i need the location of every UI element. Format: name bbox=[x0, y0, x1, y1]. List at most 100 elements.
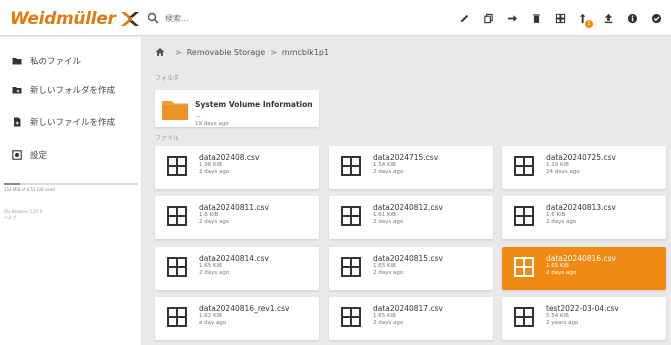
file-item[interactable]: data20240812.csv 1.61 KiB 2 days ago bbox=[329, 196, 493, 239]
sidebar-item-new-folder[interactable]: 新しいフォルダを作成 bbox=[12, 83, 115, 97]
upload-button[interactable] bbox=[599, 9, 617, 27]
check-icon bbox=[651, 13, 661, 23]
file-meta: 1.98 KiB 2 days ago bbox=[199, 162, 229, 176]
spreadsheet-icon bbox=[167, 206, 187, 226]
file-name: data20240812.csv bbox=[373, 203, 443, 212]
copy-icon bbox=[483, 13, 493, 23]
spreadsheet-icon bbox=[514, 307, 534, 327]
upload-icon bbox=[604, 13, 612, 23]
view-toggle-button[interactable] bbox=[551, 9, 569, 27]
file-item[interactable]: data20240725.csv 1.19 KiB 24 days ago bbox=[502, 146, 666, 189]
file-size: 1.65 KiB bbox=[199, 263, 222, 269]
folder-meta: — 19 days ago bbox=[195, 114, 229, 127]
sidebar-item-label: 設定 bbox=[30, 151, 48, 161]
rename-button[interactable] bbox=[455, 9, 473, 27]
file-item[interactable]: data20240816.csv 1.65 KiB 2 days ago bbox=[502, 247, 666, 290]
spreadsheet-icon bbox=[167, 307, 187, 327]
file-name: data20240815.csv bbox=[373, 254, 443, 263]
file-modified: 24 days ago bbox=[546, 169, 580, 175]
file-item[interactable]: data2024715.csv 1.54 KiB 2 days ago bbox=[329, 146, 493, 189]
top-bar: Weidmüller 1 bbox=[0, 0, 671, 36]
info-icon bbox=[627, 13, 637, 23]
file-size: 1.19 KiB bbox=[546, 162, 569, 168]
file-meta: 1.62 KiB a day ago bbox=[199, 313, 226, 327]
storage-usage-bar bbox=[4, 183, 138, 185]
file-size: 1.61 KiB bbox=[373, 212, 396, 218]
search-input[interactable] bbox=[165, 13, 405, 23]
file-name: data20240813.csv bbox=[546, 203, 616, 212]
file-meta: 1.65 KiB 2 days ago bbox=[373, 263, 403, 277]
file-modified: 2 days ago bbox=[199, 169, 230, 175]
home-icon[interactable] bbox=[155, 47, 165, 57]
file-item[interactable]: data20240811.csv 1.6 KiB 2 days ago bbox=[155, 196, 319, 239]
folder-icon bbox=[12, 58, 22, 65]
file-modified: 2 days ago bbox=[373, 320, 404, 326]
file-modified: 2 days ago bbox=[546, 219, 577, 225]
sidebar-item-new-file[interactable]: 新しいファイルを作成 bbox=[12, 115, 115, 129]
file-size: 1.62 KiB bbox=[199, 313, 222, 319]
file-meta: 1.54 KiB 2 days ago bbox=[373, 162, 403, 176]
file-item[interactable]: data20240814.csv 1.65 KiB 2 days ago bbox=[155, 247, 319, 290]
file-name: data20240816.csv bbox=[546, 254, 616, 263]
file-size: 1.54 KiB bbox=[373, 162, 396, 168]
select-button[interactable] bbox=[647, 9, 665, 27]
file-meta: 1.19 KiB 24 days ago bbox=[546, 162, 580, 176]
file-modified: 2 days ago bbox=[373, 219, 404, 225]
brand-logo[interactable]: Weidmüller bbox=[10, 8, 140, 30]
sidebar: 私のファイル 新しいフォルダを作成 新しいファイルを作成 設定 154 MiB … bbox=[0, 37, 142, 345]
file-name: test2022-03-04.csv bbox=[546, 304, 619, 313]
copy-button[interactable] bbox=[479, 9, 497, 27]
spreadsheet-icon bbox=[167, 257, 187, 277]
grid-view-icon bbox=[555, 13, 565, 23]
sidebar-item-label: 新しいファイルを作成 bbox=[30, 118, 116, 128]
file-item[interactable]: data20240813.csv 1.6 KiB 2 days ago bbox=[502, 196, 666, 239]
breadcrumb: > Removable Storage > mmcblk1p1 bbox=[155, 45, 329, 59]
sort-button[interactable]: 1 bbox=[575, 9, 593, 28]
file-modified: 2 days ago bbox=[373, 270, 404, 276]
file-size: 1.65 KiB bbox=[546, 263, 569, 269]
delete-button[interactable] bbox=[527, 9, 545, 27]
file-size: 5.54 KiB bbox=[546, 313, 569, 319]
file-modified: 2 days ago bbox=[373, 169, 404, 175]
move-icon bbox=[507, 14, 517, 22]
file-item[interactable]: data20240815.csv 1.65 KiB 2 days ago bbox=[329, 247, 493, 290]
file-item[interactable]: data20240817.csv 1.65 KiB 2 days ago bbox=[329, 297, 493, 340]
file-name: data202408.csv bbox=[199, 153, 260, 162]
file-item[interactable]: data20240816_rev1.csv 1.62 KiB a day ago bbox=[155, 297, 319, 340]
brand-mark-icon bbox=[120, 12, 139, 26]
file-meta: 1.6 KiB 2 days ago bbox=[199, 212, 229, 226]
breadcrumb-item[interactable]: Removable Storage bbox=[187, 48, 266, 57]
folders-section-label: フォルダ bbox=[155, 75, 180, 82]
file-name: data20240814.csv bbox=[199, 254, 269, 263]
search-icon bbox=[147, 12, 159, 24]
file-size: 1.6 KiB bbox=[546, 212, 566, 218]
file-meta: 1.65 KiB 2 days ago bbox=[546, 263, 576, 277]
file-item[interactable]: data202408.csv 1.98 KiB 2 days ago bbox=[155, 146, 319, 189]
version-info: File Browser 2.27.0 ヘルプ bbox=[4, 209, 43, 220]
info-button[interactable] bbox=[623, 9, 641, 27]
settings-icon bbox=[12, 150, 22, 160]
search-box[interactable] bbox=[147, 8, 417, 28]
folder-item[interactable]: System Volume Information — 19 days ago bbox=[155, 90, 319, 127]
file-modified: 2 days ago bbox=[546, 270, 577, 276]
spreadsheet-icon bbox=[514, 206, 534, 226]
spreadsheet-icon bbox=[514, 257, 534, 277]
sidebar-item-settings[interactable]: 設定 bbox=[12, 148, 47, 162]
spreadsheet-icon bbox=[341, 257, 361, 277]
file-name: data20240811.csv bbox=[199, 203, 269, 212]
file-size: 1.65 KiB bbox=[373, 313, 396, 319]
spreadsheet-icon bbox=[341, 206, 361, 226]
breadcrumb-item[interactable]: mmcblk1p1 bbox=[282, 48, 329, 57]
file-size: 1.65 KiB bbox=[373, 263, 396, 269]
file-name: data20240725.csv bbox=[546, 153, 616, 162]
sidebar-item-my-files[interactable]: 私のファイル bbox=[12, 54, 81, 68]
spreadsheet-icon bbox=[341, 307, 361, 327]
move-button[interactable] bbox=[503, 9, 521, 27]
pencil-icon bbox=[460, 14, 468, 22]
spreadsheet-icon bbox=[341, 156, 361, 176]
sidebar-item-label: 私のファイル bbox=[30, 57, 82, 67]
folder-name: System Volume Information bbox=[195, 100, 313, 109]
sidebar-item-label: 新しいフォルダを作成 bbox=[30, 86, 116, 96]
storage-usage-text: 154 MiB of 6.51 GiB used bbox=[4, 187, 55, 192]
file-item[interactable]: test2022-03-04.csv 5.54 KiB 2 years ago bbox=[502, 297, 666, 340]
